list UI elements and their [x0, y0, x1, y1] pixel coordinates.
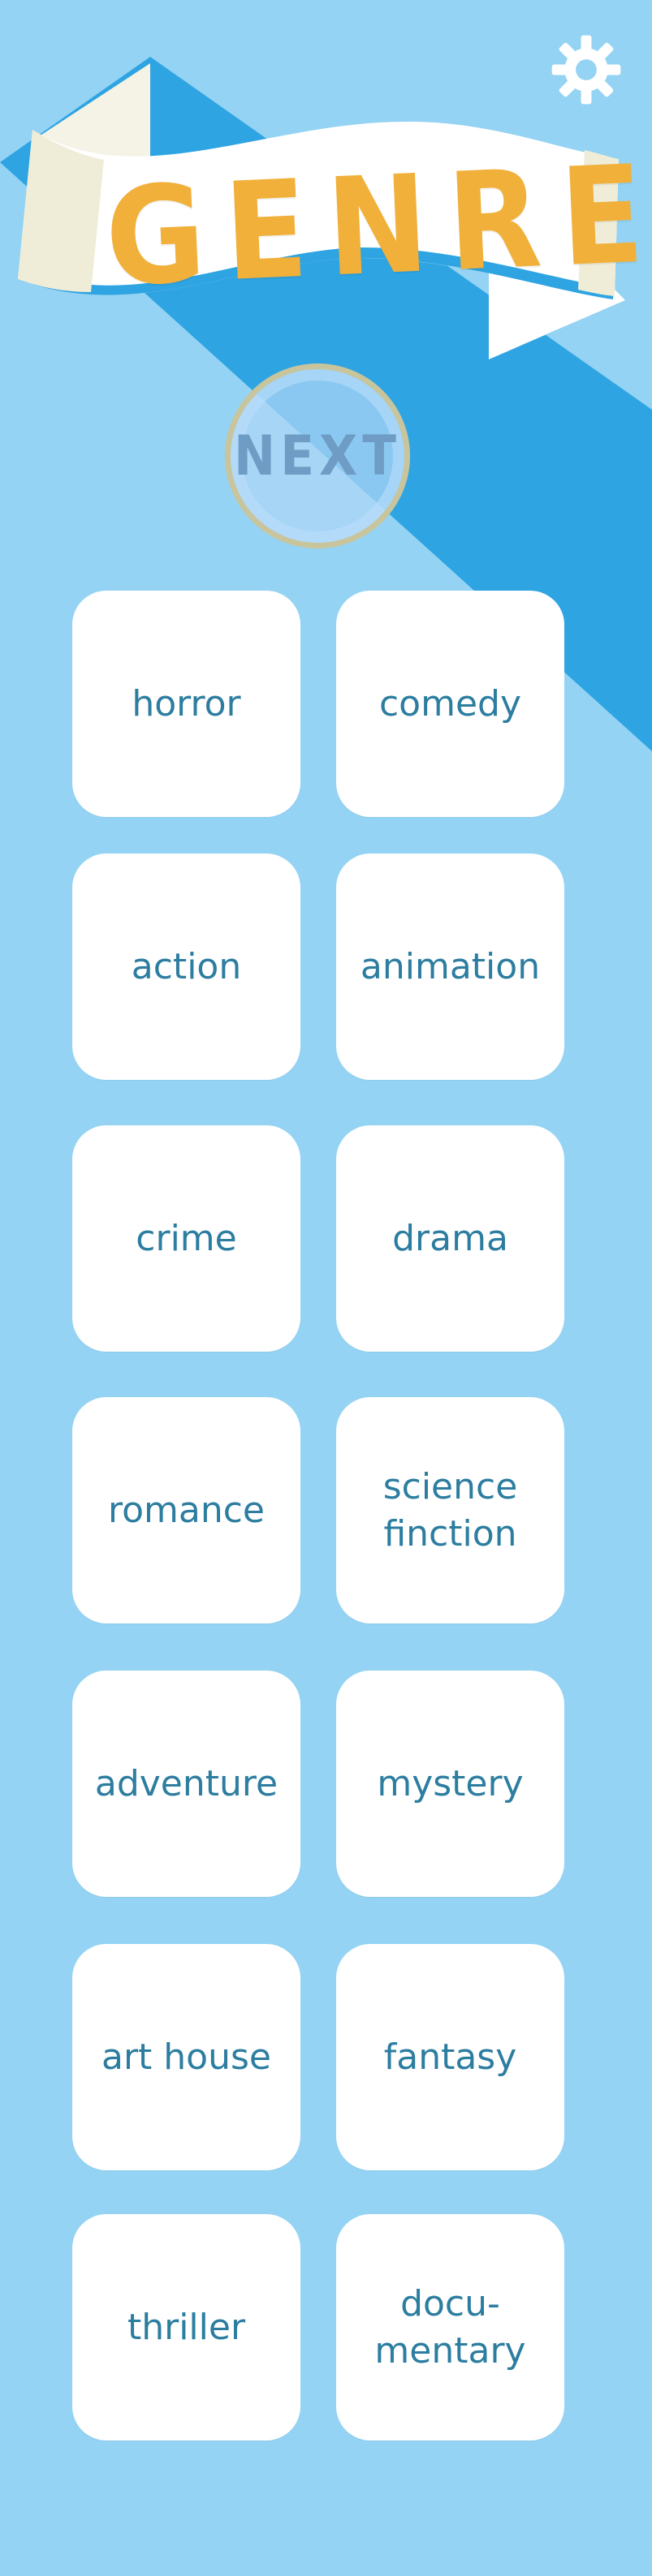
genre-tile-animation[interactable]: animation	[336, 854, 564, 1080]
genre-tile-comedy[interactable]: comedy	[336, 591, 564, 817]
genre-tile-documentary[interactable]: docu- mentary	[336, 2214, 564, 2441]
genre-tile-romance[interactable]: romance	[72, 1397, 300, 1623]
genre-tile-action[interactable]: action	[72, 854, 300, 1080]
genre-tile-crime[interactable]: crime	[72, 1125, 300, 1352]
genre-tile-thriller[interactable]: thriller	[72, 2214, 300, 2441]
genre-tile-art-house[interactable]: art house	[72, 1944, 300, 2170]
genre-tile-drama[interactable]: drama	[336, 1125, 564, 1352]
page-title: GENRE	[102, 135, 652, 317]
genre-tile-fantasy[interactable]: fantasy	[336, 1944, 564, 2170]
genre-tile-adventure[interactable]: adventure	[72, 1671, 300, 1897]
next-button-label: NEXT	[234, 424, 401, 488]
gear-icon-svg	[551, 35, 621, 105]
genre-grid: horror comedy action animation crime dra…	[72, 591, 564, 2442]
gear-icon[interactable]	[549, 32, 624, 107]
next-button[interactable]: NEXT	[225, 363, 410, 548]
genre-tile-science-fiction[interactable]: science finction	[336, 1397, 564, 1623]
genre-tile-horror[interactable]: horror	[72, 591, 300, 817]
genre-tile-mystery[interactable]: mystery	[336, 1671, 564, 1897]
